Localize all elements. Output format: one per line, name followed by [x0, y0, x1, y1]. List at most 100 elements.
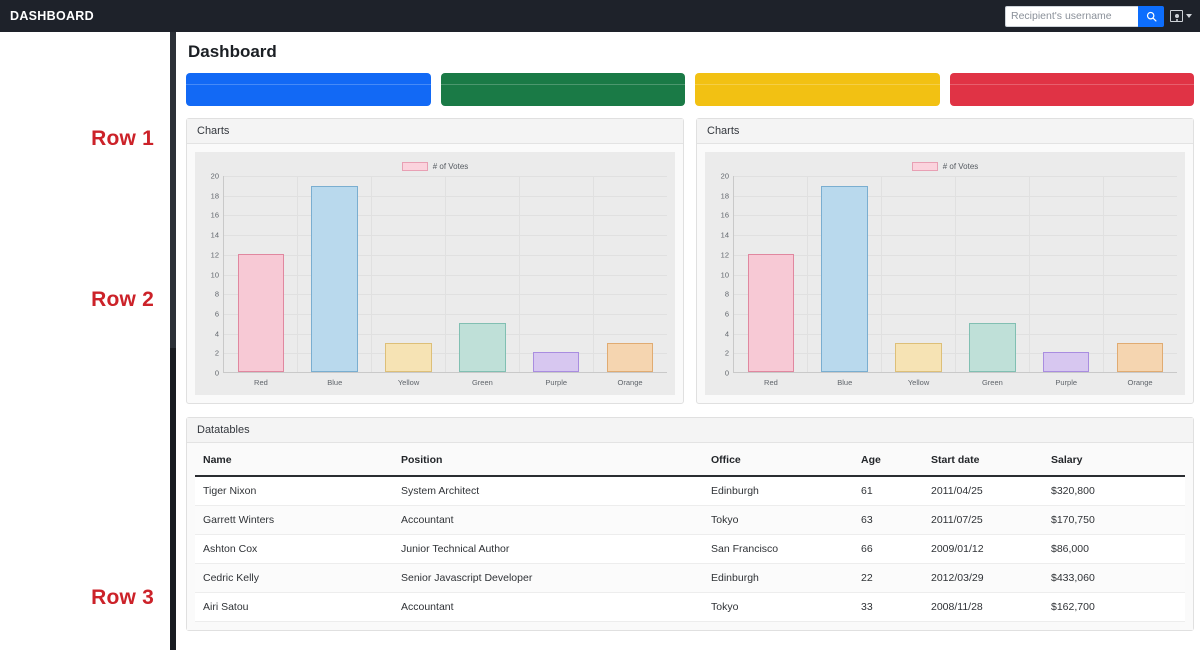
legend-swatch: [402, 162, 428, 171]
charts-panel-header: Charts: [697, 119, 1193, 144]
chart-bar-slot: Red: [224, 176, 298, 372]
main-content: Dashboard Charts# of Votes02468101214161…: [176, 32, 1200, 650]
chart-bar-slot: Yellow: [372, 176, 446, 372]
chart-bar[interactable]: [895, 343, 942, 372]
chart-bar-slot: Purple: [519, 176, 593, 372]
chart-bar[interactable]: [1117, 343, 1164, 372]
chart-bar[interactable]: [748, 254, 795, 372]
table-cell: $320,800: [1045, 476, 1185, 506]
app-brand: DASHBOARD: [10, 9, 94, 23]
legend-label: # of Votes: [433, 162, 469, 171]
card-body: [186, 85, 431, 106]
datatables-panel-header: Datatables: [187, 418, 1193, 443]
table-cell: 63: [855, 506, 925, 535]
chart-bar[interactable]: [607, 343, 654, 372]
contact-card-icon: [1170, 10, 1183, 22]
table-cell: 66: [855, 535, 925, 564]
table-column-header[interactable]: Office: [705, 443, 855, 476]
charts-panel-body: # of Votes02468101214161820RedBlueYellow…: [697, 144, 1193, 403]
navbar-right-controls: [1005, 6, 1192, 27]
card-header: [186, 73, 431, 85]
annotation-row-2: Row 2: [91, 288, 154, 312]
chart-legend[interactable]: # of Votes: [711, 158, 1179, 175]
chart-x-tick-label: Yellow: [372, 378, 446, 387]
search-group: [1005, 6, 1164, 27]
chart-x-tick-label: Blue: [808, 378, 882, 387]
chart-bar[interactable]: [238, 254, 285, 372]
vertical-scrollbar[interactable]: [170, 32, 176, 650]
table-cell: San Francisco: [705, 535, 855, 564]
table-cell: 2009/01/12: [925, 535, 1045, 564]
table-column-header[interactable]: Position: [395, 443, 705, 476]
chart-x-tick-label: Purple: [519, 378, 593, 387]
chart-bar[interactable]: [1043, 352, 1090, 372]
chart-bar-slot: Green: [955, 176, 1029, 372]
chart-bar[interactable]: [385, 343, 432, 372]
table-row[interactable]: Garrett WintersAccountantTokyo632011/07/…: [195, 506, 1185, 535]
info-card: [950, 73, 1195, 106]
card-body: [441, 85, 686, 106]
chart-y-tick-label: 0: [725, 369, 729, 378]
bar-chart[interactable]: # of Votes 02468101214161820RedBlueYellow…: [195, 152, 675, 395]
chart-bar[interactable]: [969, 323, 1016, 372]
chart-x-tick-label: Green: [955, 378, 1029, 387]
table-column-header[interactable]: Name: [195, 443, 395, 476]
chart-y-tick-label: 10: [721, 270, 729, 279]
chart-bar[interactable]: [311, 186, 358, 372]
chart-y-tick-label: 18: [211, 191, 219, 200]
table-cell: $170,750: [1045, 506, 1185, 535]
charts-panel: Charts # of Votes02468101214161820RedBlue…: [696, 118, 1194, 404]
chart-legend[interactable]: # of Votes: [201, 158, 669, 175]
charts-panel-header: Charts: [187, 119, 683, 144]
table-cell: Senior Javascript Developer: [395, 564, 705, 593]
datatables-panel: Datatables NamePositionOfficeAgeStart da…: [186, 417, 1194, 631]
search-input[interactable]: [1005, 6, 1138, 27]
card-header: [950, 73, 1195, 85]
table-cell: 33: [855, 593, 925, 622]
table-cell: Edinburgh: [705, 476, 855, 506]
table-cell: Airi Satou: [195, 593, 395, 622]
chart-y-tick-label: 4: [725, 329, 729, 338]
table-column-header[interactable]: Start date: [925, 443, 1045, 476]
card-header: [695, 73, 940, 85]
table-cell: $433,060: [1045, 564, 1185, 593]
chart-bar[interactable]: [459, 323, 506, 372]
chart-y-tick-label: 2: [215, 349, 219, 358]
chart-x-axis: [223, 372, 667, 373]
chart-x-tick-label: Orange: [593, 378, 667, 387]
table-cell: 2011/04/25: [925, 476, 1045, 506]
table-row[interactable]: Ashton CoxJunior Technical AuthorSan Fra…: [195, 535, 1185, 564]
chart-bars: RedBlueYellowGreenPurpleOrange: [224, 176, 667, 372]
table-cell: Tiger Nixon: [195, 476, 395, 506]
table-row[interactable]: Tiger NixonSystem ArchitectEdinburgh6120…: [195, 476, 1185, 506]
chart-x-tick-label: Red: [224, 378, 298, 387]
chart-plot-area: 02468101214161820RedBlueYellowGreenPurpl…: [733, 176, 1177, 373]
bar-chart[interactable]: # of Votes02468101214161820RedBlueYellow…: [705, 152, 1185, 395]
table-column-header[interactable]: Age: [855, 443, 925, 476]
table-column-header[interactable]: Salary: [1045, 443, 1185, 476]
search-button[interactable]: [1138, 6, 1164, 27]
chart-y-tick-label: 10: [211, 270, 219, 279]
chart-y-tick-label: 8: [725, 290, 729, 299]
table-cell: $86,000: [1045, 535, 1185, 564]
chart-y-tick-label: 0: [215, 369, 219, 378]
chart-bar-slot: Orange: [1103, 176, 1177, 372]
chart-bar[interactable]: [533, 352, 580, 372]
chart-y-tick-label: 12: [721, 250, 729, 259]
chart-y-tick-label: 20: [721, 172, 729, 181]
chart-plot-area: 02468101214161820RedBlueYellowGreenPurpl…: [223, 176, 667, 373]
table-row[interactable]: Cedric KellySenior Javascript DeveloperE…: [195, 564, 1185, 593]
chart-x-tick-label: Green: [445, 378, 519, 387]
chevron-down-icon: [1186, 14, 1192, 18]
chart-x-axis: [733, 372, 1177, 373]
table-row[interactable]: Airi SatouAccountantTokyo332008/11/28$16…: [195, 593, 1185, 622]
chart-bar-slot: Green: [445, 176, 519, 372]
table-cell: Tokyo: [705, 593, 855, 622]
scrollbar-thumb[interactable]: [170, 32, 176, 348]
user-menu-button[interactable]: [1170, 10, 1192, 22]
table-cell: 61: [855, 476, 925, 506]
table-body: Tiger NixonSystem ArchitectEdinburgh6120…: [195, 476, 1185, 622]
card-body: [950, 85, 1195, 106]
chart-bar[interactable]: [821, 186, 868, 372]
annotation-row-3: Row 3: [91, 586, 154, 610]
